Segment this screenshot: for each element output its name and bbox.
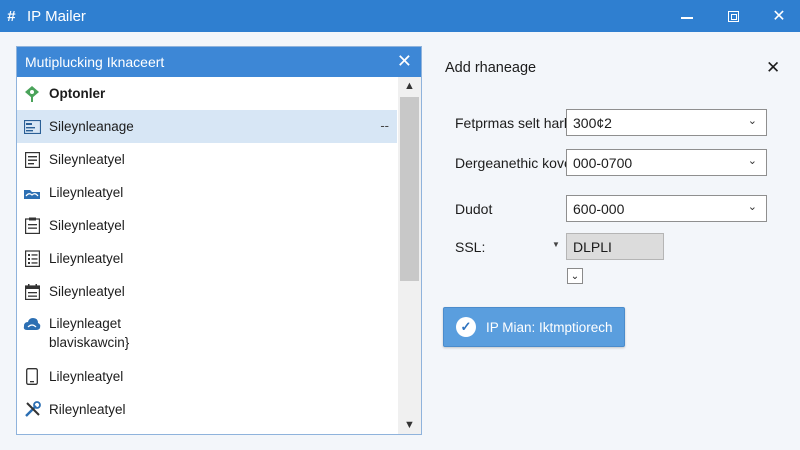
- close-icon: ✕: [772, 8, 786, 25]
- list-item-label: Sileynleatyel: [49, 218, 125, 233]
- maximize-icon: [727, 10, 739, 22]
- calendar-icon: [23, 283, 41, 301]
- list-item-label: Rileynleatyel: [49, 402, 126, 417]
- left-panel-title: Mutiplucking Iknaceert: [25, 54, 165, 70]
- scroll-up-icon[interactable]: ▲: [398, 77, 421, 95]
- list-scrollbar[interactable]: ▲ ▼: [398, 77, 421, 434]
- field-value: 000-0700: [573, 154, 633, 171]
- list-item-label: Sileynleanage: [49, 119, 134, 134]
- left-panel-header: Mutiplucking Iknaceert ✕: [17, 47, 421, 77]
- list-item[interactable]: Rileynleatyel: [17, 393, 397, 426]
- list-item[interactable]: Lileynleatyel: [17, 176, 397, 209]
- list-item-label: Sileynleatyel: [49, 152, 125, 167]
- list-item-more[interactable]: --: [380, 118, 389, 133]
- list-doc-icon: [23, 151, 41, 169]
- list-item[interactable]: Optonler: [17, 77, 397, 110]
- item-list: Optonler Sileynleanage -- Sileynleatyel …: [17, 77, 397, 434]
- diamond-pin-icon: [23, 85, 41, 103]
- primary-action-button[interactable]: ✓ IP Mian: Iktmptiorech: [443, 307, 625, 347]
- list-item-label: Optonler: [49, 86, 106, 101]
- ssl-dropdown-arrow-icon[interactable]: ▼: [552, 240, 560, 249]
- ssl-value: DLPLI: [573, 238, 612, 255]
- field-label: Fetprmas selt hark.: [455, 115, 575, 131]
- field-combo[interactable]: 000-0700 ⌄: [566, 149, 767, 176]
- primary-action-label: IP Mian: Iktmptiorech: [486, 319, 613, 335]
- scroll-down-icon[interactable]: ▼: [398, 416, 421, 434]
- list-item-label: Lileynleaget: [49, 316, 122, 331]
- phone-icon: [23, 368, 41, 386]
- maximize-button[interactable]: [710, 0, 756, 32]
- right-panel-title: Add rhaneage: [445, 60, 537, 76]
- clipboard-icon: [23, 217, 41, 235]
- ssl-value-field[interactable]: DLPLI: [566, 233, 664, 260]
- list-item[interactable]: Sileynleatyel: [17, 209, 397, 242]
- window-title: IP Mailer: [27, 7, 86, 25]
- list-item-label: Sileynleatyel: [49, 284, 125, 299]
- scroll-thumb[interactable]: [400, 97, 419, 281]
- right-panel-close-icon[interactable]: ✕: [766, 58, 780, 78]
- field-value: 600-000: [573, 200, 625, 217]
- list-item[interactable]: Sileynleatyel: [17, 143, 397, 176]
- list-item[interactable]: Sileynleatyel: [17, 275, 397, 308]
- list-item[interactable]: Lileynleaget blaviskawcin}: [17, 308, 397, 360]
- app-icon: #: [7, 7, 16, 25]
- left-panel: Mutiplucking Iknaceert ✕ Optonler Sileyn…: [16, 46, 422, 435]
- list-item[interactable]: Lileynleatyel: [17, 242, 397, 275]
- ssl-label: SSL:: [455, 239, 486, 255]
- field-label: Dergeanethic kove: [455, 155, 572, 171]
- check-circle-icon: ✓: [456, 317, 476, 337]
- cloud-folder-icon: [23, 184, 41, 202]
- list-item-selected[interactable]: Sileynleanage --: [17, 110, 397, 143]
- tools-icon: [23, 401, 41, 419]
- left-panel-close-icon[interactable]: ✕: [397, 52, 412, 70]
- card-icon: [23, 118, 41, 136]
- checklist-icon: [23, 250, 41, 268]
- list-item-label: Lileynleatyel: [49, 251, 124, 266]
- list-item-label: Lileynleatyel: [49, 185, 124, 200]
- field-combo[interactable]: 600-000 ⌄: [566, 195, 767, 222]
- field-label: Dudot: [455, 201, 493, 217]
- chevron-down-icon: ⌄: [747, 115, 757, 127]
- chevron-down-icon: ⌄: [570, 270, 580, 282]
- chevron-down-icon: ⌄: [747, 201, 757, 213]
- ssl-checkbox[interactable]: ⌄: [567, 268, 583, 284]
- list-item-label: Lileynleatyel: [49, 369, 124, 384]
- field-combo[interactable]: 300¢2 ⌄: [566, 109, 767, 136]
- minimize-icon: [681, 17, 693, 19]
- close-window-button[interactable]: ✕: [756, 0, 800, 32]
- minimize-button[interactable]: [664, 0, 710, 32]
- cloud-icon: [23, 315, 41, 333]
- list-item-sublabel: blaviskawcin}: [49, 335, 130, 350]
- chevron-down-icon: ⌄: [747, 155, 757, 167]
- field-value: 300¢2: [573, 114, 612, 131]
- list-item[interactable]: Lileynleatyel: [17, 360, 397, 393]
- title-bar: # IP Mailer ✕: [0, 0, 800, 32]
